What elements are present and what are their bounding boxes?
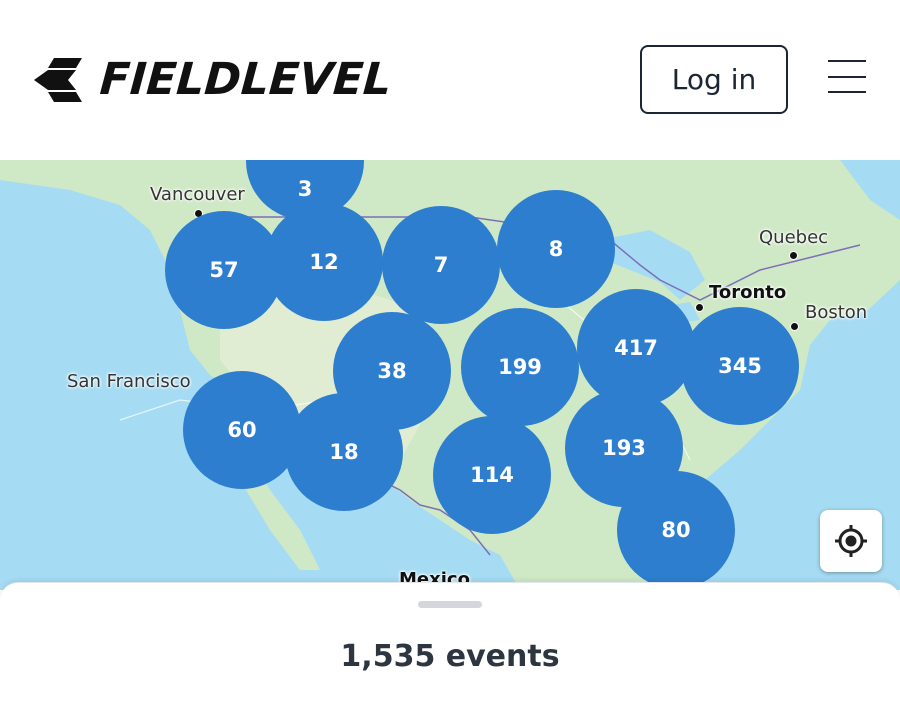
city-dot-quebec [789, 251, 798, 260]
event-cluster[interactable]: 18 [285, 393, 403, 511]
city-dot-boston [790, 322, 799, 331]
events-bottom-sheet[interactable]: 1,535 events [0, 582, 900, 712]
city-label-boston: Boston [805, 302, 868, 323]
event-cluster[interactable]: 345 [681, 307, 799, 425]
fieldlevel-logo-mark-icon [34, 58, 82, 102]
event-cluster[interactable]: 12 [265, 203, 383, 321]
crosshair-location-icon [835, 525, 867, 557]
event-cluster[interactable]: 8 [497, 190, 615, 308]
event-cluster[interactable]: 114 [433, 416, 551, 534]
event-cluster[interactable]: 7 [382, 206, 500, 324]
city-label-quebec: Quebec [759, 227, 829, 248]
events-map[interactable]: Vancouver Quebec Toronto Boston San Fran… [0, 160, 900, 590]
brand-name: FIELDLEVEL [98, 54, 394, 105]
my-location-button[interactable] [820, 510, 882, 572]
login-button[interactable]: Log in [640, 45, 788, 114]
fieldlevel-logo[interactable]: FIELDLEVEL [32, 54, 394, 105]
event-cluster[interactable]: 80 [617, 471, 735, 589]
event-cluster[interactable]: 60 [183, 371, 301, 489]
app-header: FIELDLEVEL Log in [0, 0, 900, 160]
event-count-label: 1,535 events [340, 639, 560, 674]
city-label-san-francisco: San Francisco [67, 371, 191, 392]
city-dot-toronto [695, 303, 704, 312]
city-label-toronto: Toronto [709, 282, 787, 303]
hamburger-menu-icon[interactable] [828, 60, 866, 94]
sheet-drag-handle[interactable] [418, 601, 482, 608]
event-cluster[interactable]: 199 [461, 308, 579, 426]
city-label-vancouver: Vancouver [150, 184, 245, 205]
